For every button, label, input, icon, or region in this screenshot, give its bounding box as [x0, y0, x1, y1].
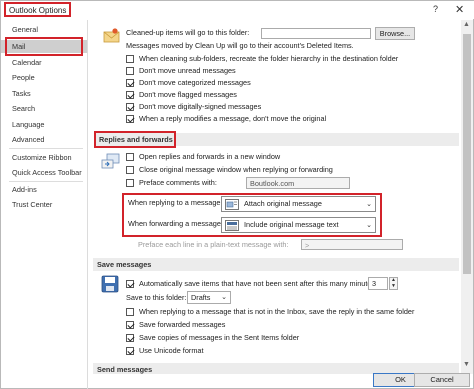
chevron-down-icon: ⌄ [366, 222, 372, 229]
dialog-footer: OK Cancel [1, 373, 474, 389]
scroll-down-icon[interactable]: ▼ [463, 361, 470, 368]
chevron-down-icon: ⌄ [366, 201, 372, 208]
close-original-label: Close original message window when reply… [139, 165, 333, 174]
scrollbar-thumb[interactable] [463, 34, 471, 274]
cancel-button[interactable]: Cancel [414, 373, 470, 387]
preface-comments-checkbox[interactable] [126, 179, 134, 187]
help-icon[interactable]: ? [433, 4, 438, 14]
sidebar-divider [9, 148, 83, 149]
dont-move-categorized-label: Don't move categorized messages [139, 78, 251, 87]
minutes-spinner[interactable]: ▲ ▼ [389, 277, 398, 290]
dont-move-categorized-checkbox[interactable] [126, 79, 134, 87]
open-new-window-checkbox[interactable] [126, 153, 134, 161]
reply-modifies-label: When a reply modifies a message, don't m… [139, 114, 327, 123]
reply-modifies-checkbox[interactable] [126, 115, 134, 123]
sidebar-divider [9, 181, 83, 182]
sidebar-item-advanced[interactable]: Advanced [1, 133, 87, 146]
save-sent-copies-checkbox[interactable] [126, 334, 134, 342]
mail-highlight-box [5, 37, 83, 56]
save-disk-icon [101, 275, 119, 293]
dont-move-signed-label: Don't move digitally-signed messages [139, 102, 262, 111]
sidebar-item-tasks[interactable]: Tasks [1, 87, 87, 100]
line-prefix-input[interactable]: > [301, 239, 403, 250]
line-prefix-label: Preface each line in a plain-text messag… [138, 240, 289, 249]
save-forwarded-checkbox[interactable] [126, 321, 134, 329]
sidebar-item-add-ins[interactable]: Add-ins [1, 183, 87, 196]
sidebar-item-quick-access-toolbar[interactable]: Quick Access Toolbar [1, 166, 87, 179]
replies-header-highlight [94, 131, 176, 148]
preface-comments-label: Preface comments with: [139, 178, 217, 187]
reply-forward-icon [101, 153, 120, 169]
dont-move-flagged-label: Don't move flagged messages [139, 90, 237, 99]
auto-save-checkbox[interactable] [126, 280, 134, 288]
cleanup-folder-input[interactable] [261, 28, 371, 39]
save-reply-same-folder-label: When replying to a message that is not i… [139, 307, 415, 316]
reply-behavior-value: Attach original message [244, 199, 322, 208]
reply-behavior-label: When replying to a message: [128, 198, 223, 207]
dont-move-flagged-checkbox[interactable] [126, 91, 134, 99]
forward-behavior-value: Include original message text [244, 220, 339, 229]
chevron-down-icon: ⌄ [221, 294, 227, 301]
sidebar-item-general[interactable]: General [1, 23, 87, 36]
title-bar: Outlook Options ? ✕ [1, 1, 474, 19]
cleanup-folder-label: Cleaned-up items will go to this folder: [126, 28, 250, 37]
dont-move-signed-checkbox[interactable] [126, 103, 134, 111]
dont-move-unread-label: Don't move unread messages [139, 66, 236, 75]
auto-save-label: Automatically save items that have not b… [139, 279, 378, 288]
outlook-options-window: Outlook Options ? ✕ General Mail Calenda… [0, 0, 474, 389]
sidebar-item-customize-ribbon[interactable]: Customize Ribbon [1, 151, 87, 164]
save-folder-select[interactable]: Drafts ⌄ [187, 291, 231, 304]
dont-move-unread-checkbox[interactable] [126, 67, 134, 75]
save-folder-label: Save to this folder: [126, 293, 187, 302]
recreate-hierarchy-checkbox[interactable] [126, 55, 134, 63]
use-unicode-label: Use Unicode format [139, 346, 204, 355]
close-icon[interactable]: ✕ [455, 3, 464, 16]
sidebar-item-language[interactable]: Language [1, 118, 87, 131]
save-forwarded-label: Save forwarded messages [139, 320, 226, 329]
preface-comments-input[interactable]: Boutlook.com [246, 177, 350, 189]
save-reply-same-folder-checkbox[interactable] [126, 308, 134, 316]
scroll-up-icon[interactable]: ▲ [463, 21, 470, 28]
recreate-hierarchy-label: When cleaning sub-folders, recreate the … [139, 54, 399, 63]
sidebar-item-trust-center[interactable]: Trust Center [1, 198, 87, 211]
forward-behavior-label: When forwarding a message: [128, 219, 223, 228]
browse-button[interactable]: Browse... [375, 27, 415, 40]
cleanup-moved-note: Messages moved by Clean Up will go to th… [126, 41, 354, 50]
use-unicode-checkbox[interactable] [126, 347, 134, 355]
vertical-scrollbar[interactable]: ▲ ▼ [461, 20, 473, 374]
sidebar-item-search[interactable]: Search [1, 102, 87, 115]
save-section-header: Save messages [93, 258, 459, 271]
sidebar: General Mail Calendar People Tasks Searc… [1, 20, 88, 389]
mail-settings-panel: Cleaned-up items will go to this folder:… [89, 20, 459, 374]
auto-save-minutes-input[interactable]: 3 [368, 277, 388, 290]
reply-behavior-select[interactable]: Attach original message ⌄ [221, 196, 376, 212]
sidebar-item-people[interactable]: People [1, 71, 87, 84]
save-folder-value: Drafts [191, 293, 211, 302]
sidebar-item-calendar[interactable]: Calendar [1, 56, 87, 69]
envelope-icon [103, 28, 120, 43]
attach-message-icon [225, 199, 239, 210]
save-section-title: Save messages [97, 260, 152, 269]
forward-behavior-select[interactable]: Include original message text ⌄ [221, 217, 376, 233]
open-new-window-label: Open replies and forwards in a new windo… [139, 152, 281, 161]
window-title: Outlook Options [4, 2, 72, 17]
save-sent-copies-label: Save copies of messages in the Sent Item… [139, 333, 300, 342]
close-original-checkbox[interactable] [126, 166, 134, 174]
include-text-icon [225, 220, 239, 231]
